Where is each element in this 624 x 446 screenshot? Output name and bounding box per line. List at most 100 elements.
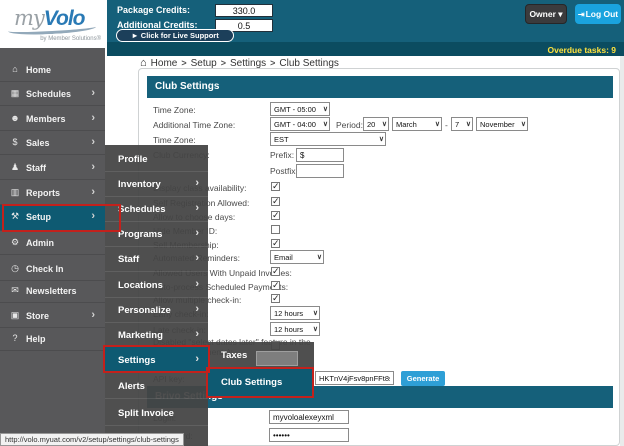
panel-title: Club Settings	[147, 76, 613, 98]
select-caret-icon: ∨	[323, 120, 328, 128]
early-check-in-select[interactable]: 12 hours∨	[270, 306, 320, 320]
password-input[interactable]	[269, 428, 349, 442]
flyout-item-split-invoice[interactable]: Split Invoice	[105, 401, 208, 426]
sidebar: ⌂ Home ▦ Schedules › ☻ Members › $ Sales…	[0, 48, 105, 446]
period-day-end-select[interactable]: 7∨	[451, 117, 473, 131]
chevron-down-icon: ▾	[558, 9, 562, 19]
time-zone-select[interactable]: GMT - 05:00∨	[270, 102, 330, 116]
check-icon: ✓	[272, 197, 280, 206]
time-zone-label: Time Zone:	[153, 105, 196, 115]
owner-label: Owner	[529, 9, 555, 19]
settings-submenu: Taxes Club Settings	[208, 342, 314, 397]
prefix-label: Prefix:	[270, 150, 294, 160]
breadcrumb-separator: >	[221, 58, 226, 68]
live-support-label: Click for Live Support	[141, 31, 219, 40]
login-input[interactable]	[269, 410, 349, 424]
check-icon: ✓	[272, 281, 280, 290]
flyout-item-programs[interactable]: Programs ›	[105, 222, 208, 247]
time-zone-name-select[interactable]: EST∨	[270, 132, 386, 146]
select-caret-icon: ∨	[466, 120, 471, 128]
sidebar-item-newsletters[interactable]: ✉ Newsletters	[0, 279, 105, 303]
select-caret-icon: ∨	[382, 120, 387, 128]
chevron-right-icon: ›	[91, 210, 95, 222]
hide-member-id-checkbox[interactable]: ✓	[271, 225, 280, 234]
generate-api-key-button[interactable]: Generate	[401, 371, 445, 386]
flyout-item-staff[interactable]: Staff ›	[105, 247, 208, 272]
flyout-item-inventory[interactable]: Inventory ›	[105, 172, 208, 197]
flyout-item-locations[interactable]: Locations ›	[105, 273, 208, 298]
postfix-input[interactable]	[296, 164, 344, 178]
membership-checkbox[interactable]: ✓	[271, 239, 280, 248]
api-key-input[interactable]	[315, 371, 394, 385]
sidebar-item-members[interactable]: ☻ Members ›	[0, 107, 105, 131]
postfix-label: Postfix:	[270, 166, 298, 176]
late-check-in-select[interactable]: 12 hours∨	[270, 322, 320, 336]
prefix-input[interactable]	[296, 148, 344, 162]
flyout-item-marketing[interactable]: Marketing ›	[105, 323, 208, 348]
sidebar-item-admin[interactable]: ⚙ Admin	[0, 231, 105, 255]
logout-button[interactable]: ⇥Log Out	[575, 4, 621, 24]
owner-dropdown[interactable]: Owner ▾	[525, 4, 567, 24]
overdue-tasks-link[interactable]: Overdue tasks: 9	[547, 45, 616, 55]
logo-tagline: by Member Solutions®	[40, 36, 101, 42]
logout-icon: ⇥	[578, 10, 585, 19]
chevron-right-icon: ›	[195, 177, 199, 189]
sidebar-item-home[interactable]: ⌂ Home	[0, 58, 105, 82]
select-caret-icon: ∨	[379, 135, 384, 143]
breadcrumb-separator: >	[270, 58, 275, 68]
multiple-check-in-checkbox[interactable]: ✓	[271, 294, 280, 303]
chevron-right-icon: ›	[195, 227, 199, 239]
submenu-item-club-settings[interactable]: Club Settings	[208, 368, 314, 397]
select-caret-icon: ∨	[323, 105, 328, 113]
auto-process-payments-checkbox[interactable]: ✓	[271, 281, 280, 290]
flyout-item-alerts[interactable]: Alerts	[105, 374, 208, 399]
sidebar-item-staff[interactable]: ♟ Staff ›	[0, 156, 105, 180]
logo: myVolo by Member Solutions®	[0, 0, 107, 48]
time-zone-name-label: Time Zone:	[153, 135, 196, 145]
sidebar-item-store[interactable]: ▣ Store ›	[0, 304, 105, 328]
logout-label: Log Out	[586, 9, 619, 19]
flyout-item-schedules[interactable]: Schedules ›	[105, 197, 208, 222]
people-icon: ♟	[9, 162, 21, 173]
page-margin	[620, 56, 624, 446]
select-caret-icon: ∨	[435, 120, 440, 128]
class-availability-checkbox[interactable]: ✓	[271, 182, 280, 191]
period-month-start-select[interactable]: March∨	[392, 117, 442, 131]
sidebar-item-check-in[interactable]: ◷ Check In	[0, 257, 105, 281]
additional-time-zone-label: Additional Time Zone:	[153, 120, 235, 130]
period-day-start-select[interactable]: 20∨	[363, 117, 389, 131]
home-icon: ⌂	[9, 64, 21, 74]
cart-icon: ▣	[9, 310, 21, 321]
sidebar-item-schedules[interactable]: ▦ Schedules ›	[0, 82, 105, 106]
chevron-right-icon: ›	[195, 328, 199, 340]
submenu-item-taxes[interactable]: Taxes	[208, 342, 314, 368]
period-label: Period:	[336, 120, 363, 130]
flyout-item-settings[interactable]: Settings ›	[105, 347, 208, 373]
background-input-bleed	[256, 351, 298, 366]
chevron-right-icon: ›	[195, 252, 199, 264]
choose-days-checkbox[interactable]: ✓	[271, 211, 280, 220]
notification-strip: Overdue tasks: 9	[107, 42, 624, 56]
flyout-item-personalize[interactable]: Personalize ›	[105, 298, 208, 323]
status-bar-url: http://volo.myuat.com/v2/setup/settings/…	[0, 433, 184, 446]
bar-chart-icon: ▥	[9, 187, 21, 198]
setup-flyout-menu: Profile Inventory › Schedules › Programs…	[105, 145, 208, 446]
play-icon: ►	[131, 31, 138, 40]
self-registration-checkbox[interactable]: ✓	[271, 197, 280, 206]
period-month-end-select[interactable]: November∨	[476, 117, 528, 131]
additional-time-zone-select[interactable]: GMT - 04:00∨	[270, 117, 330, 131]
app-window: myVolo by Member Solutions® Package Cred…	[0, 0, 624, 446]
sidebar-item-reports[interactable]: ▥ Reports ›	[0, 181, 105, 205]
package-credits-input[interactable]	[215, 4, 273, 17]
sidebar-item-help[interactable]: ? Help	[0, 327, 105, 351]
live-support-button[interactable]: ► Click for Live Support	[116, 29, 234, 42]
automated-reminders-select[interactable]: Email∨	[270, 250, 324, 264]
chevron-right-icon: ›	[195, 303, 199, 315]
select-caret-icon: ∨	[313, 309, 318, 317]
select-caret-icon: ∨	[313, 325, 318, 333]
unpaid-invoices-checkbox[interactable]: ✓	[271, 267, 280, 276]
sidebar-item-setup[interactable]: ⚒ Setup ›	[0, 205, 105, 231]
breadcrumb-separator: >	[181, 58, 186, 68]
flyout-item-profile[interactable]: Profile	[105, 147, 208, 172]
sidebar-item-sales[interactable]: $ Sales ›	[0, 131, 105, 155]
